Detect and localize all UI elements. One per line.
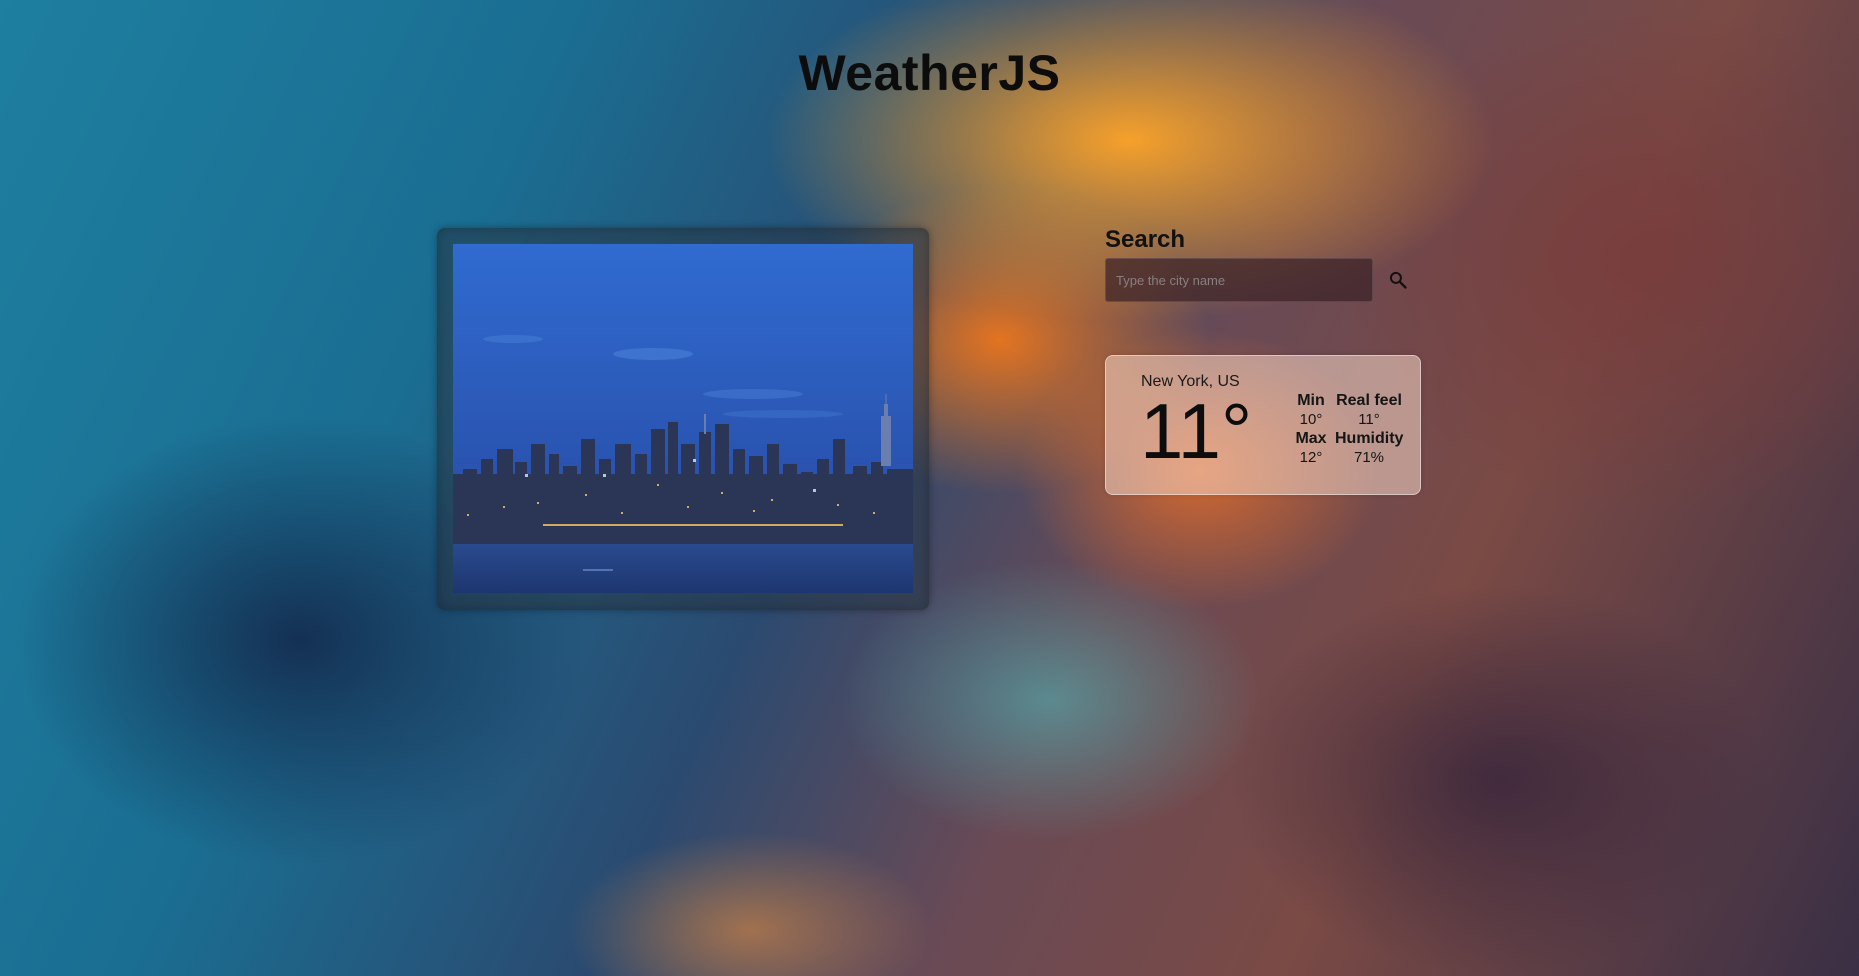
search-row xyxy=(1105,258,1415,302)
real-feel-label: Real feel xyxy=(1336,392,1402,409)
city-search-input[interactable] xyxy=(1105,258,1373,302)
search-button[interactable] xyxy=(1381,263,1415,297)
real-feel-value: 11° xyxy=(1358,411,1380,428)
city-skyline-image xyxy=(453,244,913,593)
humidity-value: 71% xyxy=(1353,449,1385,466)
max-label: Max xyxy=(1295,430,1327,447)
min-label: Min xyxy=(1297,392,1325,409)
search-heading: Search xyxy=(1105,226,1186,253)
min-value: 10° xyxy=(1299,411,1323,428)
city-image-frame xyxy=(437,228,929,610)
skyline-illustration xyxy=(453,244,913,593)
weather-stats: Min Real feel 10° 11° Max Humidity 12° 7… xyxy=(1293,391,1403,467)
app-title: WeatherJS xyxy=(798,45,1061,101)
search-section: Search xyxy=(1105,226,1415,302)
search-icon xyxy=(1389,271,1407,289)
weather-card: New York, US 11° Min Real feel 10° 11° M… xyxy=(1105,355,1421,495)
humidity-label: Humidity xyxy=(1335,430,1404,447)
max-value: 12° xyxy=(1299,449,1323,466)
temperature-value: 11° xyxy=(1140,387,1253,475)
